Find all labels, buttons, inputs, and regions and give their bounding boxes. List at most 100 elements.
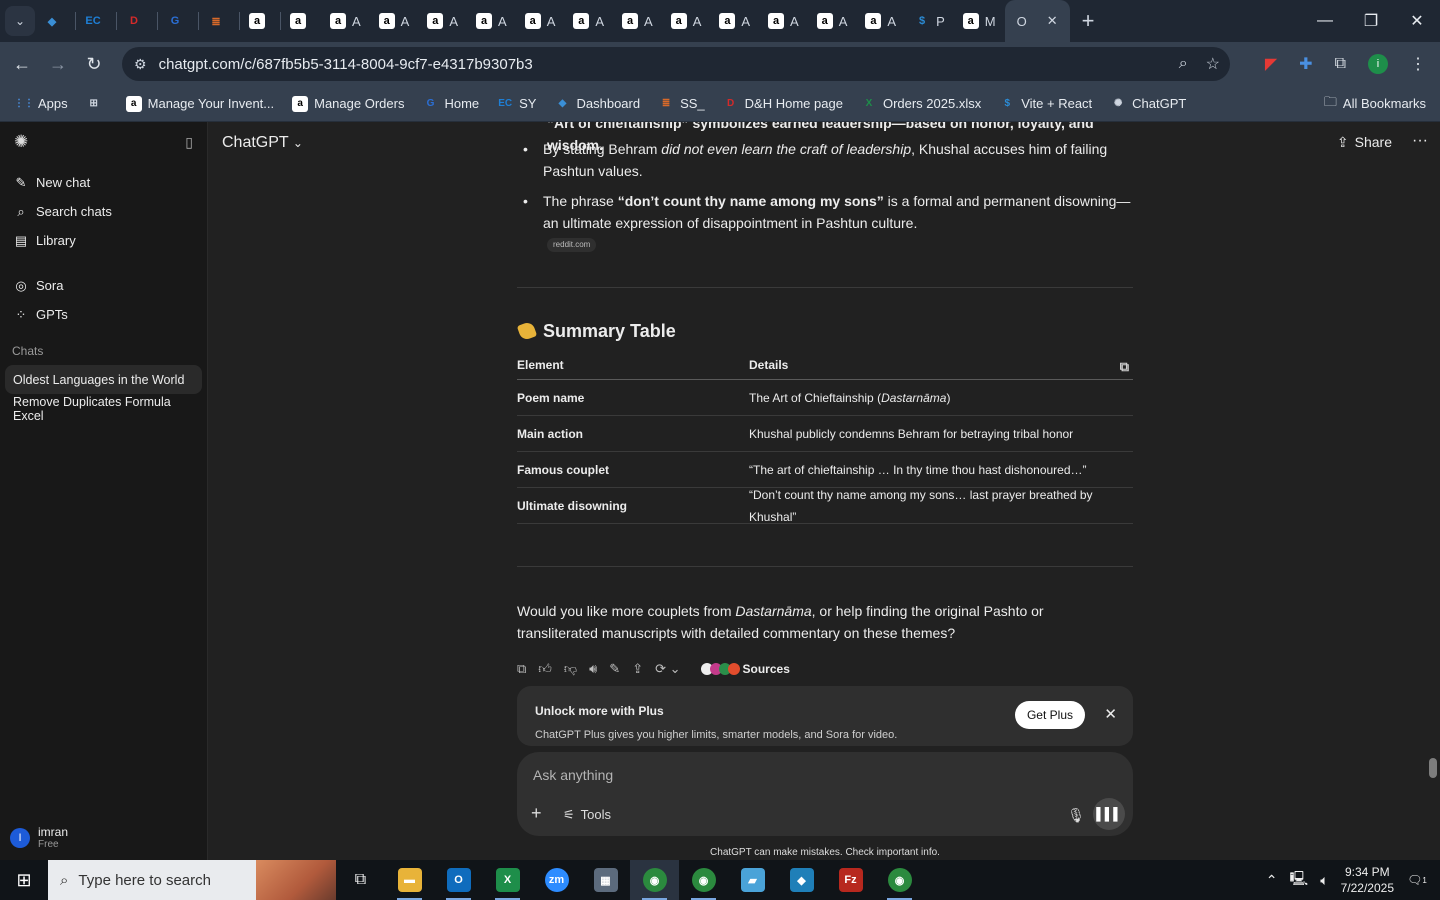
notifications-icon[interactable]: 🗨︎ 1 (1406, 869, 1428, 891)
taskbar-chrome-2[interactable]: ◉ (679, 860, 728, 900)
forward-button[interactable]: → (40, 46, 76, 82)
network-icon[interactable]: 🖳 (1290, 868, 1309, 892)
taskbar-app-diamond[interactable]: ◆ (777, 860, 826, 900)
browser-tab[interactable]: aA (808, 0, 857, 42)
scrollbar[interactable] (1426, 122, 1440, 860)
tab-active[interactable]: O ✕ (1004, 0, 1070, 42)
browser-tab[interactable]: EC (76, 0, 116, 42)
address-bar[interactable]: ⚙ chatgpt.com/c/687fb5b5-3114-8004-9cf7-… (122, 47, 1230, 81)
bookmark-item[interactable]: $ Vite + React (999, 96, 1092, 112)
browser-tab[interactable]: aA (710, 0, 759, 42)
browser-tab[interactable]: aM (954, 0, 1005, 42)
browser-tab[interactable]: aA (564, 0, 613, 42)
show-hidden-icons[interactable]: ⌃ (1266, 872, 1278, 889)
new-tab-button[interactable]: + (1082, 8, 1095, 34)
read-aloud-icon[interactable]: 🔊︎ (589, 658, 597, 680)
taskbar-file-explorer[interactable]: ▬ (385, 860, 434, 900)
voice-mode-button[interactable]: ▌▌▌ (1093, 798, 1125, 830)
browser-tab[interactable]: $ P (905, 0, 954, 42)
bookmark-star-icon[interactable]: ☆ (1206, 54, 1220, 74)
start-button[interactable]: ⊞ (0, 860, 48, 900)
all-bookmarks-button[interactable]: 🗀 All Bookmarks (1324, 93, 1426, 115)
browser-tab[interactable]: aA (467, 0, 516, 42)
browser-tab[interactable]: a (281, 0, 321, 42)
bookmark-item[interactable]: ◆ Dashboard (554, 96, 640, 112)
close-tab-icon[interactable]: ✕ (1047, 13, 1058, 29)
share-button[interactable]: ⇪ Share (1337, 134, 1392, 151)
openai-logo-icon[interactable]: ✺ (14, 132, 28, 152)
bookmark-item[interactable]: X Orders 2025.xlsx (861, 96, 982, 112)
sidebar-item-gpts[interactable]: ⁘ GPTs (0, 300, 207, 329)
taskbar-chrome-3[interactable]: ◉ (875, 860, 924, 900)
taskbar-zoom[interactable]: zm (532, 860, 581, 900)
thumbs-up-icon[interactable]: 👍︎ (538, 658, 552, 680)
browser-tab[interactable]: ≣ (199, 0, 239, 42)
browser-tab[interactable]: G (158, 0, 198, 42)
browser-tab[interactable]: aA (613, 0, 662, 42)
zoom-icon[interactable]: ⌕ (1179, 55, 1188, 73)
bookmark-item[interactable]: ⊞ (86, 96, 108, 112)
get-plus-button[interactable]: Get Plus (1014, 701, 1085, 729)
volume-icon[interactable]: 🔈︎ (1320, 872, 1328, 889)
edit-canvas-icon[interactable]: ✎ (609, 658, 620, 680)
copy-table-icon[interactable]: ⧉ (1120, 356, 1129, 378)
sidebar-item-library[interactable]: ▤ Library (0, 226, 207, 255)
extension-red-icon[interactable]: ◤ (1265, 54, 1277, 74)
source-chip[interactable]: reddit.com (547, 238, 597, 252)
bookmark-item[interactable]: D D&H Home page (723, 96, 843, 112)
scrollbar-thumb[interactable] (1429, 758, 1437, 778)
share-message-icon[interactable]: ⇪ (632, 658, 643, 680)
taskbar-excel[interactable]: X (483, 860, 532, 900)
browser-tab[interactable]: aA (418, 0, 467, 42)
taskbar-filezilla[interactable]: Fz (826, 860, 875, 900)
tools-button[interactable]: ⚟ Tools (563, 804, 611, 826)
toggle-sidebar-icon[interactable]: ▯ (185, 134, 193, 151)
taskbar-app-book[interactable]: ▰ (728, 860, 777, 900)
sidebar-item-new-chat[interactable]: ✎ New chat (0, 168, 207, 197)
taskbar-search[interactable]: ⌕ Type here to search (48, 860, 336, 900)
reload-button[interactable]: ↻ (76, 46, 112, 82)
site-info-icon[interactable]: ⚙ (134, 56, 147, 73)
close-icon[interactable]: ✕ (1104, 704, 1117, 726)
minimize-button[interactable]: — (1302, 0, 1348, 42)
browser-tab[interactable]: aA (516, 0, 565, 42)
bookmark-item[interactable]: ✺ ChatGPT (1110, 96, 1186, 112)
browser-tab[interactable]: aA (370, 0, 419, 42)
extensions-puzzle-icon[interactable]: ⧉ (1335, 55, 1346, 73)
browser-tab[interactable]: aA (856, 0, 905, 42)
close-window-button[interactable]: ✕ (1394, 0, 1440, 42)
add-attachment-button[interactable]: + (531, 802, 542, 824)
thumbs-down-icon[interactable]: 👎︎ (564, 658, 577, 680)
chat-history-item[interactable]: Remove Duplicates Formula Excel (5, 394, 202, 423)
bookmark-item[interactable]: ≣ SS_ (658, 96, 705, 112)
profile-avatar[interactable]: i (1368, 54, 1388, 74)
browser-tab[interactable]: aA (662, 0, 711, 42)
microphone-icon[interactable]: 🎙︎ (1067, 804, 1085, 826)
taskbar-calculator[interactable]: ▦ (581, 860, 630, 900)
user-profile[interactable]: I imran Free (10, 825, 68, 850)
task-view-button[interactable]: ⧉ (336, 860, 385, 900)
sources-button[interactable]: Sources (700, 658, 790, 680)
model-selector[interactable]: ChatGPT ⌄ (222, 134, 303, 152)
restore-button[interactable]: ❐ (1348, 0, 1394, 42)
prompt-input[interactable] (533, 764, 1053, 786)
browser-tab[interactable]: ◆ (35, 0, 75, 42)
bookmark-item[interactable]: a Manage Orders (292, 95, 404, 112)
taskbar-chrome-active[interactable]: ◉ (630, 860, 679, 900)
extension-blue-icon[interactable]: ✚ (1299, 54, 1312, 74)
browser-tab[interactable]: aA (759, 0, 808, 42)
browser-tab[interactable]: a (240, 0, 280, 42)
bookmark-item[interactable]: a Manage Your Invent... (125, 95, 274, 112)
tab-search-button[interactable]: ⌄ (5, 6, 35, 36)
copy-icon[interactable]: ⧉ (517, 658, 526, 680)
back-button[interactable]: ← (4, 46, 40, 82)
clock[interactable]: 9:34 PM 7/22/2025 (1341, 864, 1394, 896)
browser-tab[interactable]: D (117, 0, 157, 42)
browser-menu-icon[interactable]: ⋮ (1410, 54, 1426, 74)
taskbar-outlook[interactable]: O (434, 860, 483, 900)
chat-history-item[interactable]: Oldest Languages in the World (5, 365, 202, 394)
browser-tab[interactable]: aA (321, 0, 370, 42)
regenerate-icon[interactable]: ⟳ ⌄ (655, 658, 680, 680)
bookmark-item[interactable]: G Home (422, 96, 480, 112)
bookmark-item[interactable]: EC SY (497, 96, 536, 112)
